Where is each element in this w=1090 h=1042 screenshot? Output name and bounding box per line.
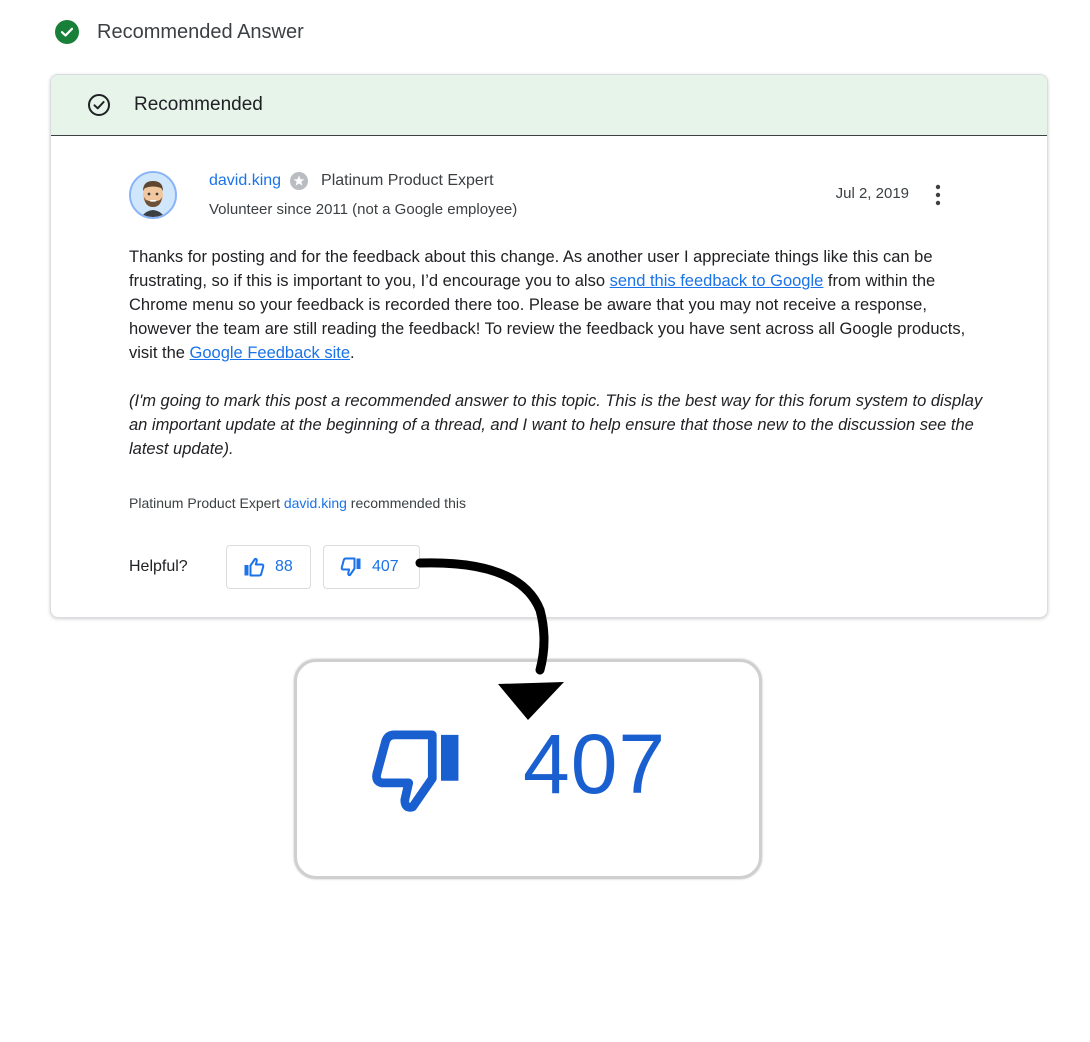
thumb-down-icon <box>340 557 361 577</box>
post-date: Jul 2, 2019 <box>835 185 909 202</box>
recommended-answer-header: Recommended Answer <box>55 18 304 46</box>
banner-label: Recommended <box>134 94 263 115</box>
recommended-by: Platinum Product Expert david.king recom… <box>129 495 466 511</box>
recommended-by-prefix: Platinum Product Expert <box>129 495 284 511</box>
thumbs-down-count: 407 <box>372 558 399 575</box>
thumb-down-icon <box>372 730 459 812</box>
more-vert-icon[interactable] <box>933 183 943 207</box>
check-circle-icon <box>55 20 79 44</box>
header-title: Recommended Answer <box>97 20 304 43</box>
avatar[interactable] <box>129 171 177 219</box>
post-body: Thanks for posting and for the feedback … <box>129 245 989 461</box>
outline-check-icon <box>88 94 110 116</box>
recommended-by-name-link[interactable]: david.king <box>284 495 347 511</box>
send-feedback-link[interactable]: send this feedback to Google <box>610 272 824 290</box>
recommended-by-suffix: recommended this <box>346 495 466 511</box>
volunteer-info: Volunteer since 2011 (not a Google emplo… <box>209 201 518 218</box>
thumb-up-icon <box>244 557 265 577</box>
product-expert-badge-icon[interactable] <box>289 171 309 191</box>
post-note: (I'm going to mark this post a recommend… <box>129 392 983 458</box>
post-text: . <box>350 344 355 362</box>
google-feedback-site-link[interactable]: Google Feedback site <box>190 344 351 362</box>
thumbs-up-button[interactable]: 88 <box>226 545 311 589</box>
zoomed-thumbs-down-callout: 407 <box>294 659 762 879</box>
author-title: Platinum Product Expert <box>321 172 494 189</box>
answer-card: Recommended david.king Platinum Product … <box>50 74 1048 618</box>
helpful-row: Helpful? 88 407 <box>129 545 420 589</box>
author-name-link[interactable]: david.king <box>209 172 281 190</box>
zoomed-dislike-count: 407 <box>523 717 667 811</box>
thumbs-down-button[interactable]: 407 <box>323 545 420 589</box>
author-line: david.king Platinum Product Expert <box>209 171 494 191</box>
avatar-face-icon <box>131 173 175 217</box>
helpful-label: Helpful? <box>129 558 188 575</box>
recommended-banner: Recommended <box>51 75 1047 136</box>
thumbs-up-count: 88 <box>275 558 293 575</box>
post-paragraph: Thanks for posting and for the feedback … <box>129 245 989 365</box>
